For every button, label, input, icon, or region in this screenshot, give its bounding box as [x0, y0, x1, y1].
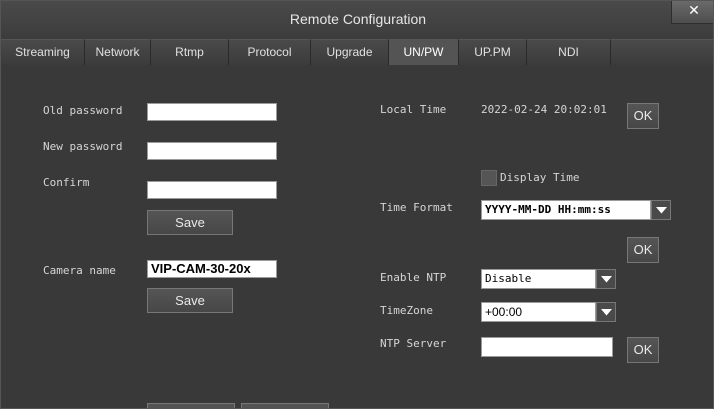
new-password-field[interactable]: [147, 142, 277, 160]
tab-up-pm[interactable]: UP.PM: [459, 39, 527, 65]
local-time-value: 2022-02-24 20:02:01: [481, 103, 607, 116]
enable-ntp-select[interactable]: Disable: [481, 269, 621, 289]
display-time-checkbox[interactable]: [481, 170, 497, 186]
confirm-password-field[interactable]: [147, 181, 277, 199]
enable-ntp-value: Disable: [481, 269, 596, 289]
ntp-server-field[interactable]: [481, 337, 613, 357]
local-time-label: Local Time: [380, 103, 447, 116]
tab-protocol[interactable]: Protocol: [229, 39, 311, 65]
save-camera-name-button[interactable]: Save: [147, 288, 233, 313]
timezone-label: TimeZone: [380, 304, 433, 317]
chevron-down-icon: [601, 309, 612, 316]
time-format-ok-button[interactable]: OK: [627, 237, 659, 263]
timezone-dropdown-arrow[interactable]: [596, 302, 616, 322]
chevron-down-icon: [601, 276, 612, 283]
tab-network[interactable]: Network: [85, 39, 151, 65]
bottom-button-2[interactable]: [241, 403, 329, 408]
camera-name-field[interactable]: VIP-CAM-30-20x: [147, 260, 277, 278]
ntp-server-label: NTP Server: [380, 337, 447, 350]
window-title: Remote Configuration: [289, 11, 427, 27]
save-password-button[interactable]: Save: [147, 210, 233, 235]
remote-configuration-window: Remote Configuration ✕ Streaming Network…: [0, 0, 714, 409]
time-format-label: Time Format: [380, 201, 453, 214]
tab-streaming[interactable]: Streaming: [1, 39, 85, 65]
timezone-value: +00:00: [481, 302, 596, 322]
tab-rtmp[interactable]: Rtmp: [151, 39, 229, 65]
bottom-button-1[interactable]: [147, 403, 235, 408]
time-format-value: YYYY-MM-DD HH:mm:ss: [481, 200, 651, 220]
confirm-password-label: Confirm: [43, 176, 90, 189]
local-time-ok-button[interactable]: OK: [627, 103, 659, 129]
close-icon: ✕: [688, 3, 700, 19]
enable-ntp-dropdown-arrow[interactable]: [596, 269, 616, 289]
new-password-label: New password: [43, 140, 123, 153]
close-button[interactable]: ✕: [671, 1, 713, 24]
tab-un-pw[interactable]: UN/PW: [389, 39, 459, 65]
un-pw-panel: Old password New password Confirm Save C…: [1, 65, 713, 408]
camera-name-label: Camera name: [43, 264, 116, 277]
tab-filler: [611, 39, 713, 65]
old-password-label: Old password: [43, 104, 123, 117]
time-format-select[interactable]: YYYY-MM-DD HH:mm:ss: [481, 200, 671, 220]
ntp-server-ok-button[interactable]: OK: [627, 337, 659, 363]
tab-bar: Streaming Network Rtmp Protocol Upgrade …: [1, 39, 713, 65]
chevron-down-icon: [656, 207, 667, 214]
display-time-label: Display Time: [500, 171, 580, 184]
tab-upgrade[interactable]: Upgrade: [311, 39, 389, 65]
enable-ntp-label: Enable NTP: [380, 271, 447, 284]
tab-ndi[interactable]: NDI: [527, 39, 611, 65]
title-bar: Remote Configuration ✕: [1, 1, 713, 39]
time-format-dropdown-arrow[interactable]: [651, 200, 671, 220]
timezone-select[interactable]: +00:00: [481, 302, 621, 322]
old-password-field[interactable]: [147, 103, 277, 121]
